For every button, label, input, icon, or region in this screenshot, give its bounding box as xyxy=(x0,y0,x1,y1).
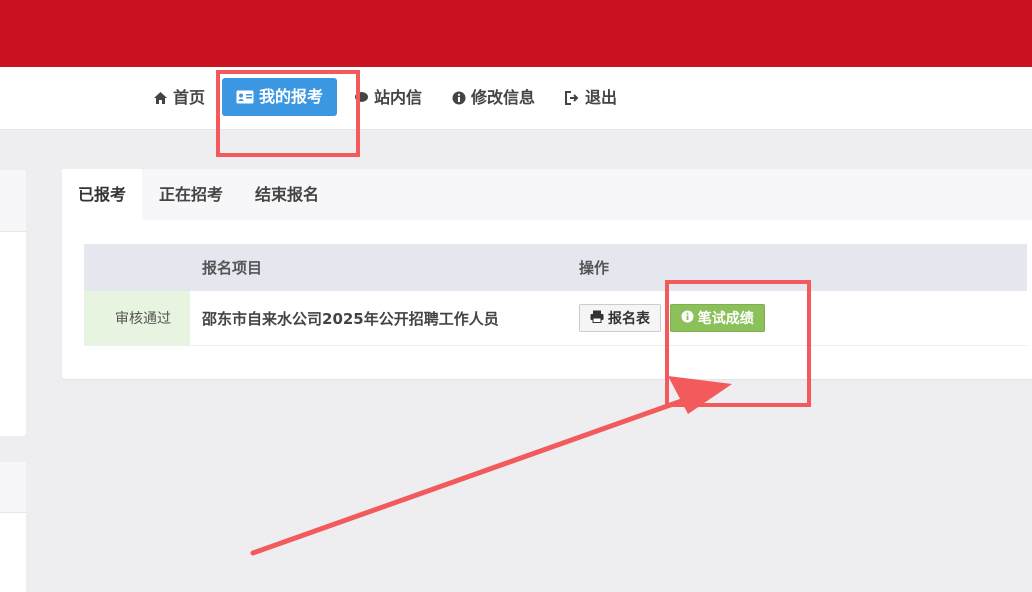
tab-ended[interactable]: 结束报名 xyxy=(239,169,335,220)
main-nav: 首页 我的报考 站内信 修改信息 退出 xyxy=(0,67,1032,130)
side-panel-header xyxy=(0,462,26,513)
project-name: 邵东市自来水公司2025年公开招聘工作人员 xyxy=(190,291,567,346)
nav-item-logout[interactable]: 退出 xyxy=(565,80,617,116)
side-panel xyxy=(0,170,26,436)
button-label: 笔试成绩 xyxy=(697,311,754,327)
nav-item-messages[interactable]: 站内信 xyxy=(354,80,422,116)
info-circle-icon xyxy=(681,310,694,327)
top-banner xyxy=(0,0,1032,67)
nav-item-home[interactable]: 首页 xyxy=(153,80,205,116)
column-header-actions: 操作 xyxy=(579,259,610,277)
registration-form-button[interactable]: 报名表 xyxy=(579,304,661,332)
nav-item-edit-info[interactable]: 修改信息 xyxy=(452,80,535,116)
column-header-status xyxy=(84,244,190,291)
info-icon xyxy=(452,91,466,105)
column-header-project: 报名项目 xyxy=(202,259,263,277)
side-panel-header xyxy=(0,170,26,232)
sign-out-icon xyxy=(565,91,580,105)
tab-registered[interactable]: 已报考 xyxy=(62,169,143,220)
tab-bar: 已报考 正在招考 结束报名 xyxy=(62,169,1032,220)
home-icon xyxy=(153,91,168,105)
tab-recruiting[interactable]: 正在招考 xyxy=(143,169,239,220)
nav-item-label: 站内信 xyxy=(374,88,423,107)
nav-item-label: 修改信息 xyxy=(471,88,536,107)
message-icon xyxy=(354,91,369,105)
registration-table: 报名项目 操作 审核通过 邵东市自来水公司2025年公开招聘工作人员 报名表 笔… xyxy=(84,244,1027,346)
side-panel xyxy=(0,462,26,592)
button-label: 报名表 xyxy=(608,311,650,327)
nav-item-label: 我的报考 xyxy=(259,87,324,106)
status-badge: 审核通过 xyxy=(84,291,190,346)
nav-item-label: 退出 xyxy=(585,88,618,107)
nav-item-my-registrations[interactable]: 我的报考 xyxy=(222,78,338,116)
table-row: 审核通过 邵东市自来水公司2025年公开招聘工作人员 报名表 笔试成绩 xyxy=(84,291,1027,346)
written-exam-score-button[interactable]: 笔试成绩 xyxy=(669,304,765,332)
actions-cell: 报名表 笔试成绩 xyxy=(567,291,1027,346)
print-icon xyxy=(590,310,604,327)
id-card-icon xyxy=(236,90,254,104)
table-header-row: 报名项目 操作 xyxy=(84,244,1027,291)
registrations-panel: 已报考 正在招考 结束报名 报名项目 操作 审核通过 邵东市自来水公司2025年… xyxy=(62,169,1032,379)
nav-item-label: 首页 xyxy=(173,88,206,107)
